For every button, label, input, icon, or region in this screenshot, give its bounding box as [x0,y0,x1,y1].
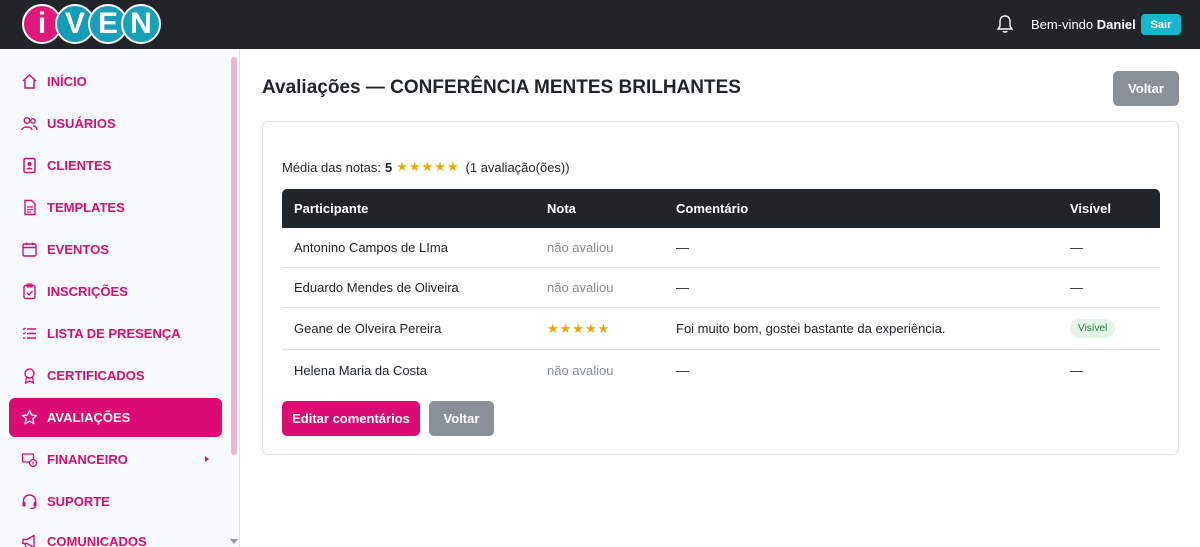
table-row: Eduardo Mendes de Oliveira não avaliou —… [282,268,1160,308]
iven-logo[interactable]: i V E N [22,4,161,44]
sidebar-item-label: SUPORTE [47,494,110,509]
comment-cell: — [676,280,689,295]
top-bar: i V E N Bem-vindo Daniel Sair [0,0,1200,49]
back-button-top[interactable]: Voltar [1113,71,1179,106]
megaphone-icon [22,534,35,547]
reviews-table: Participante Nota Comentário Visível Ant… [282,189,1160,390]
clipboard-check-icon [23,283,36,300]
review-count: (1 avaliação(ões)) [465,159,570,175]
calendar-icon [22,242,37,257]
list-icon [22,327,36,339]
page-title: Avaliações — CONFERÊNCIA MENTES BRILHANT… [262,77,741,98]
sidebar-item-label: INÍCIO [47,74,87,89]
username: Daniel [1096,17,1136,32]
sidebar-item-lista-de-presenca[interactable]: LISTA DE PRESENÇA [9,314,222,353]
table-row: Antonino Campos de LIma não avaliou — — [282,228,1160,268]
sidebar-item-certificados[interactable]: CERTIFICADOS [9,356,222,395]
sidebar-item-label: COMUNICADOS [47,534,147,547]
average-label: Média das notas: [282,159,382,175]
users-icon [21,117,38,131]
sidebar-item-inscricoes[interactable]: INSCRIÇÕES [9,272,222,311]
sidebar-item-label: AVALIAÇÕES [47,410,131,425]
sidebar-item-label: FINANCEIRO [47,452,128,467]
client-card-icon [23,157,36,174]
bell-icon[interactable] [996,14,1014,34]
sidebar-item-label: USUÁRIOS [47,116,116,131]
visible-cell: — [1070,280,1083,295]
logo-letter-n: N [121,4,161,44]
sidebar-item-comunicados[interactable]: COMUNICADOS [9,522,222,547]
average-value: 5 [385,159,393,175]
sidebar-item-eventos[interactable]: EVENTOS [9,230,222,269]
participant-name: Eduardo Mendes de Oliveira [294,280,459,295]
back-button-bottom[interactable]: Voltar [429,401,494,436]
home-icon [22,73,37,89]
participant-name: Helena Maria da Costa [294,362,427,378]
edit-comments-button[interactable]: Editar comentários [282,401,420,436]
sidebar-item-suporte[interactable]: SUPORTE [9,482,222,521]
star-icon [21,409,38,425]
sidebar-item-clientes[interactable]: CLIENTES [9,146,222,185]
sidebar-item-financeiro[interactable]: FINANCEIRO [9,440,222,479]
reviews-card: Média das notas: 5 ★★★★★ (1 avaliação(õe… [262,121,1179,455]
money-icon [21,453,38,468]
sidebar-item-label: LISTA DE PRESENÇA [47,326,181,341]
rating-stars: ★★★★★ [547,320,611,336]
rating-cell: não avaliou [547,362,614,378]
award-icon [24,368,35,384]
comment-cell: Foi muito bom, gostei bastante da experi… [676,321,946,336]
table-row: Helena Maria da Costa não avaliou — — [282,350,1160,390]
sidebar-item-label: TEMPLATES [47,200,125,215]
sidebar-item-label: INSCRIÇÕES [47,284,128,299]
sidebar-scrollbar[interactable] [231,57,237,455]
caret-right-icon [205,456,209,462]
sidebar-item-templates[interactable]: TEMPLATES [9,188,222,227]
visible-cell: — [1070,240,1083,255]
participant-name: Geane de Olveira Pereira [294,321,442,336]
rating-cell: não avaliou [547,280,614,295]
welcome-prefix: Bem-vindo [1031,17,1094,32]
visible-cell: Visível [1070,308,1116,349]
welcome-text: Bem-vindo Daniel [1031,17,1136,32]
comment-cell: — [676,362,689,378]
sidebar-item-usuarios[interactable]: USUÁRIOS [9,104,222,143]
column-header-nota: Nota [547,201,576,216]
sidebar-item-avaliacoes[interactable]: AVALIAÇÕES [9,398,222,437]
visible-cell: — [1070,362,1083,378]
sidebar-item-label: EVENTOS [47,242,109,257]
table-header: Participante Nota Comentário Visível [282,189,1160,228]
participant-name: Antonino Campos de LIma [294,240,448,255]
sidebar-item-inicio[interactable]: INÍCIO [9,62,222,101]
sidebar-item-label: CERTIFICADOS [47,368,145,383]
logout-button[interactable]: Sair [1141,14,1181,35]
column-header-participante: Participante [294,201,369,216]
rating-cell: não avaliou [547,240,614,255]
sidebar: INÍCIO USUÁRIOS CLIENTES TEMPLATES EVENT… [0,49,240,547]
average-rating: Média das notas: 5 ★★★★★ (1 avaliação(õe… [282,159,570,175]
sidebar-item-label: CLIENTES [47,158,112,173]
comment-cell: — [676,240,689,255]
table-row: Geane de Olveira Pereira ★★★★★ Foi muito… [282,308,1160,350]
scroll-down-icon[interactable] [230,539,238,544]
average-stars: ★★★★★ [396,159,460,174]
column-header-comentario: Comentário [676,201,749,216]
headset-icon [22,494,37,510]
document-icon [24,199,36,216]
visible-badge: Visível [1070,319,1116,338]
column-header-visivel: Visível [1070,201,1111,216]
